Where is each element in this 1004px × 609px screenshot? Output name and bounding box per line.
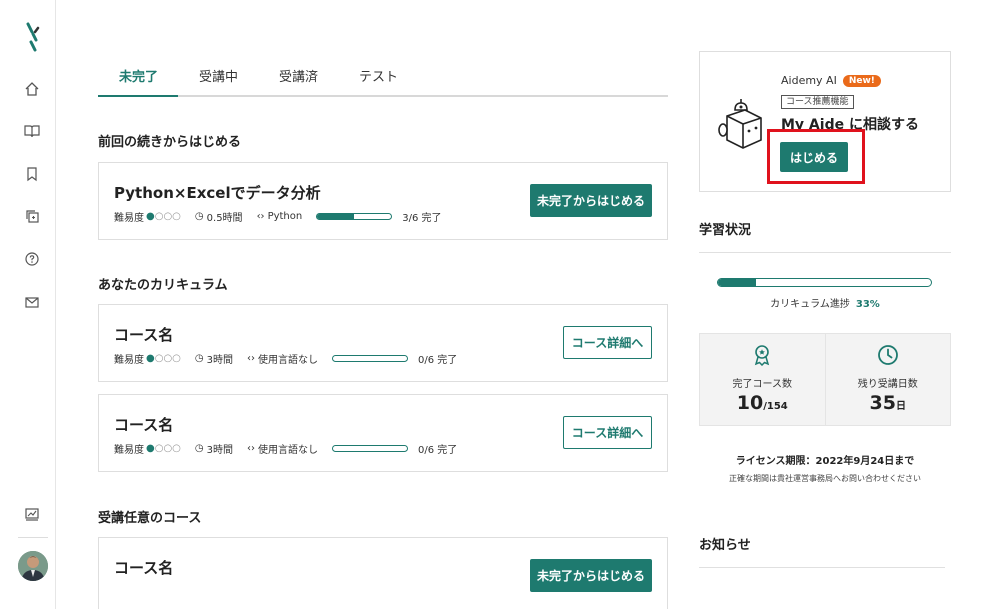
completed-courses-stat: 完了コース数 10/154 <box>699 333 826 426</box>
clock-icon <box>877 345 898 365</box>
new-badge: New! <box>842 74 881 87</box>
course-progress-text: 3/6 完了 <box>402 213 442 224</box>
chart-icon[interactable] <box>22 504 42 524</box>
course-card[interactable]: Python×Excelでデータ分析 難易度 ●○○○ ◷ 0.5時間 ‹› Pyth… <box>98 162 668 240</box>
aidemy-logo <box>26 22 40 52</box>
remaining-days-label: 残り受講日数 <box>857 379 918 390</box>
active-tab-indicator <box>98 95 178 97</box>
course-tabs: 未完了 受講中 受講済 テスト <box>98 62 668 97</box>
bookmark-icon[interactable] <box>22 164 42 184</box>
course-progress-bar <box>332 445 409 452</box>
sidebar <box>0 0 56 609</box>
difficulty-dots: ●○○○ <box>146 353 181 364</box>
code-icon: ‹› <box>247 443 256 454</box>
curriculum-progress-fill <box>718 279 757 286</box>
tab-completed[interactable]: 受講済 <box>279 66 318 85</box>
ai-assistant-card: Aidemy AI New! コース推薦機能 My Aide に相談する はじめ… <box>699 51 951 192</box>
difficulty: 難易度 ●○○○ <box>114 443 181 456</box>
course-card[interactable]: コース名 難易度 ●○○○ ◷ 3時間 ‹› 使用言語なし 0/6 完了 コース詳細へ <box>98 304 668 382</box>
completed-courses-value: 10/154 <box>736 392 788 414</box>
difficulty-dots: ●○○○ <box>146 211 181 222</box>
highlight-annotation <box>767 129 865 184</box>
course-detail-button[interactable]: コース詳細へ <box>563 326 652 359</box>
course-card[interactable]: コース名 難易度 ●○○○ ◷ 3時間 ‹› 使用言語なし 0/6 完了 コース詳細へ <box>98 394 668 472</box>
license-expiry: ライセンス期限：2022年9月24日まで <box>735 456 915 467</box>
avatar[interactable] <box>18 551 48 581</box>
course-title: コース名 <box>114 326 174 344</box>
ai-feature-tag: コース推薦機能 <box>781 95 854 109</box>
award-icon <box>755 345 770 366</box>
course-progress-text: 0/6 完了 <box>418 445 458 456</box>
course-title: Python×Excelでデータ分析 <box>114 184 321 202</box>
difficulty-dots: ●○○○ <box>146 443 181 454</box>
remaining-days-value: 35日 <box>869 392 906 414</box>
license-note: 正確な期間は貴社運営事務局へお問い合わせください <box>729 474 921 483</box>
course-title: コース名 <box>114 416 174 434</box>
resume-course-button[interactable]: 未完了からはじめる <box>530 184 652 217</box>
help-icon[interactable] <box>22 249 42 269</box>
home-icon[interactable] <box>22 79 42 99</box>
clock-icon: ◷ <box>194 211 204 222</box>
news-title: お知らせ <box>699 538 751 553</box>
curriculum-progress-bar <box>717 278 932 287</box>
robot-icon <box>718 99 762 149</box>
course-time: ◷ 0.5時間 <box>194 211 243 224</box>
ai-name: Aidemy AI New! <box>781 74 881 87</box>
curriculum-progress-pct: 33% <box>855 299 880 310</box>
layers-icon[interactable] <box>22 206 42 226</box>
divider <box>699 252 951 253</box>
difficulty: 難易度 ●○○○ <box>114 353 181 366</box>
course-language: ‹› 使用言語なし <box>247 443 319 456</box>
resume-course-button[interactable]: 未完了からはじめる <box>530 559 652 592</box>
course-progress-fill <box>317 214 355 219</box>
clock-icon: ◷ <box>194 443 204 454</box>
course-detail-button[interactable]: コース詳細へ <box>563 416 652 449</box>
tab-incomplete[interactable]: 未完了 <box>119 66 158 85</box>
code-icon: ‹› <box>247 353 256 364</box>
course-title: コース名 <box>114 559 174 577</box>
course-time: ◷ 3時間 <box>194 353 234 366</box>
course-meta: 難易度 ●○○○ ◷ 3時間 ‹› 使用言語なし 0/6 完了 <box>114 441 457 456</box>
course-language: ‹› 使用言語なし <box>247 353 319 366</box>
course-language: ‹› Python <box>256 211 303 222</box>
tab-in-progress[interactable]: 受講中 <box>199 66 238 85</box>
clock-icon: ◷ <box>194 353 204 364</box>
course-time: ◷ 3時間 <box>194 443 234 456</box>
completed-courses-label: 完了コース数 <box>732 379 793 390</box>
difficulty: 難易度 ●○○○ <box>114 211 181 224</box>
course-meta: 難易度 ●○○○ ◷ 3時間 ‹› 使用言語なし 0/6 完了 <box>114 351 457 366</box>
course-meta: 難易度 ●○○○ ◷ 0.5時間 ‹› Python 3/6 完了 <box>114 209 442 224</box>
remaining-days-stat: 残り受講日数 35日 <box>825 333 951 426</box>
section-title-curriculum: あなたのカリキュラム <box>98 278 228 293</box>
course-card[interactable]: コース名 未完了からはじめる <box>98 537 668 609</box>
sidebar-divider <box>18 537 48 538</box>
course-progress-text: 0/6 完了 <box>418 355 458 366</box>
learning-status-title: 学習状況 <box>699 223 752 238</box>
course-progress-bar <box>332 355 409 362</box>
tab-test[interactable]: テスト <box>359 66 398 85</box>
code-icon: ‹› <box>256 211 265 222</box>
section-title-continue: 前回の続きからはじめる <box>98 135 242 150</box>
course-progress-bar <box>316 213 393 220</box>
curriculum-progress-label: カリキュラム進捗 33% <box>770 299 880 310</box>
stats-panel: 完了コース数 10/154 残り受講日数 35日 <box>699 333 951 426</box>
section-title-optional: 受講任意のコース <box>98 511 202 526</box>
mail-icon[interactable] <box>22 292 42 312</box>
book-icon[interactable] <box>22 121 42 141</box>
divider <box>699 567 945 568</box>
